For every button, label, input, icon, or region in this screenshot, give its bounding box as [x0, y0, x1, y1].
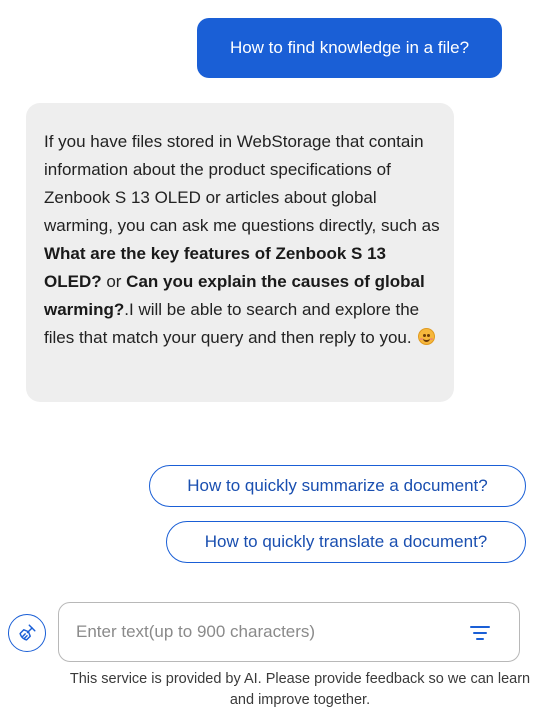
user-message-text: How to find knowledge in a file?	[229, 38, 470, 57]
ai-message-text-2: or	[101, 272, 127, 291]
input-options-button[interactable]	[463, 620, 497, 646]
suggestion-summarize-button[interactable]: How to quickly summarize a document?	[149, 465, 526, 507]
ai-message-text-1: If you have files stored in WebStorage t…	[44, 132, 440, 235]
suggestion-label: How to quickly summarize a document?	[187, 476, 488, 495]
chat-input-container	[58, 602, 520, 662]
clear-chat-button[interactable]	[8, 614, 46, 652]
suggestion-label: How to quickly translate a document?	[204, 532, 488, 551]
brush-icon	[19, 624, 36, 641]
ai-message-bubble: If you have files stored in WebStorage t…	[26, 103, 454, 402]
user-message-bubble: How to find knowledge in a file?	[197, 18, 502, 78]
chat-input[interactable]	[76, 603, 446, 661]
filter-icon	[470, 626, 490, 640]
smiling-face-icon	[418, 328, 436, 345]
ai-disclaimer-note: This service is provided by AI. Please p…	[69, 671, 531, 708]
suggestion-translate-button[interactable]: How to quickly translate a document?	[166, 521, 526, 563]
